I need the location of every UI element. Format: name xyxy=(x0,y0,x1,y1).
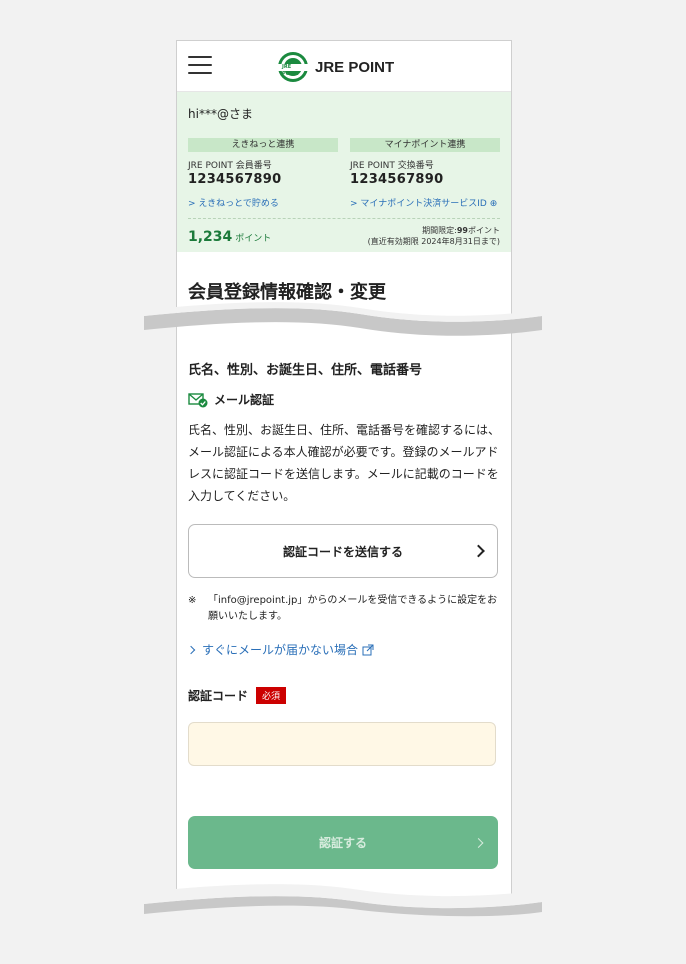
points-value: 1,234 xyxy=(188,229,233,245)
mail-not-received-link[interactable]: すぐにメールが届かない場合 xyxy=(186,641,374,658)
note-mark: ※ xyxy=(188,595,197,606)
ekinet-link[interactable]: > えきねっとで貯める xyxy=(188,196,338,209)
limit-suffix: ポイント xyxy=(468,226,500,235)
mynapoint-link[interactable]: > マイナポイント決済サービスID ⊕ xyxy=(350,196,500,209)
code-label-row: 認証コード 必須 xyxy=(188,687,287,704)
member-number: 1234567890 xyxy=(188,172,282,187)
chevron-right-icon xyxy=(472,544,485,558)
cut-wave-top xyxy=(144,302,542,336)
jre-logo-mark-icon: JRE POINT xyxy=(278,52,308,82)
ekinet-column: えきねっと連携 JRE POINT 会員番号 1234567890 > えきねっ… xyxy=(188,138,338,209)
page-title: 会員登録情報確認・変更 xyxy=(188,282,386,303)
code-label: 認証コード xyxy=(188,689,249,703)
exchange-number-label: JRE POINT 交換番号 xyxy=(350,161,434,171)
section-title: 氏名、性別、お誕生日、住所、電話番号 xyxy=(188,363,423,378)
mynapoint-link-label: マイナポイント決済サービスID xyxy=(360,199,487,209)
logo-text: JRE POINT xyxy=(315,58,395,76)
header: JRE POINT JRE POINT xyxy=(177,41,511,92)
chevron-right-icon xyxy=(473,837,484,848)
divider xyxy=(188,218,500,219)
help-link-label: すぐにメールが届かない場合 xyxy=(202,643,359,657)
jre-point-logo[interactable]: JRE POINT JRE POINT xyxy=(278,52,394,82)
send-code-button[interactable]: 認証コードを送信する xyxy=(188,524,498,578)
user-name: hi***@さま xyxy=(188,107,253,121)
mail-check-icon xyxy=(188,392,208,407)
phone-frame: JRE POINT JRE POINT hi***@さま えきねっと連携 JRE… xyxy=(176,40,512,902)
points-balance: 1,234 ポイント xyxy=(188,229,271,247)
member-number-label: JRE POINT 会員番号 xyxy=(188,161,272,171)
code-input[interactable] xyxy=(188,722,496,766)
cut-wave-bottom xyxy=(144,884,542,917)
hamburger-menu-icon[interactable] xyxy=(188,56,212,74)
submit-button[interactable]: 認証する xyxy=(188,816,498,869)
exchange-number: 1234567890 xyxy=(350,172,444,187)
circle-arrow-icon: ⊕ xyxy=(489,199,498,209)
chevron-right-icon xyxy=(186,645,196,654)
note-text: 「info@jrepoint.jp」からのメールを受信できるように設定をお願いい… xyxy=(208,595,498,622)
points-unit: ポイント xyxy=(235,234,272,244)
required-badge: 必須 xyxy=(256,687,287,704)
email-note: ※ 「info@jrepoint.jp」からのメールを受信できるように設定をお願… xyxy=(188,593,500,625)
send-code-label: 認証コードを送信する xyxy=(282,544,403,559)
limit-expiry: (直近有効期限 2024年8月31日まで) xyxy=(367,237,500,246)
ekinet-link-label: えきねっとで貯める xyxy=(198,199,279,209)
instructions: 氏名、性別、お誕生日、住所、電話番号を確認するには、メール認証による本人確認が必… xyxy=(188,423,501,503)
external-link-icon xyxy=(362,644,374,655)
limited-points: 期間限定:99ポイント (直近有効期限 2024年8月31日まで) xyxy=(368,225,500,247)
mail-auth-row: メール認証 xyxy=(188,391,274,408)
submit-label: 認証する xyxy=(318,836,367,850)
account-summary: hi***@さま えきねっと連携 JRE POINT 会員番号 12345678… xyxy=(177,92,511,252)
limit-value: 99 xyxy=(456,226,468,235)
mynapoint-column: マイナポイント連携 JRE POINT 交換番号 1234567890 > マイ… xyxy=(350,138,500,209)
ekinet-head: えきねっと連携 xyxy=(188,138,338,152)
limit-prefix: 期間限定: xyxy=(422,226,457,235)
mail-auth-label: メール認証 xyxy=(214,393,275,407)
mynapoint-head: マイナポイント連携 xyxy=(350,138,500,152)
